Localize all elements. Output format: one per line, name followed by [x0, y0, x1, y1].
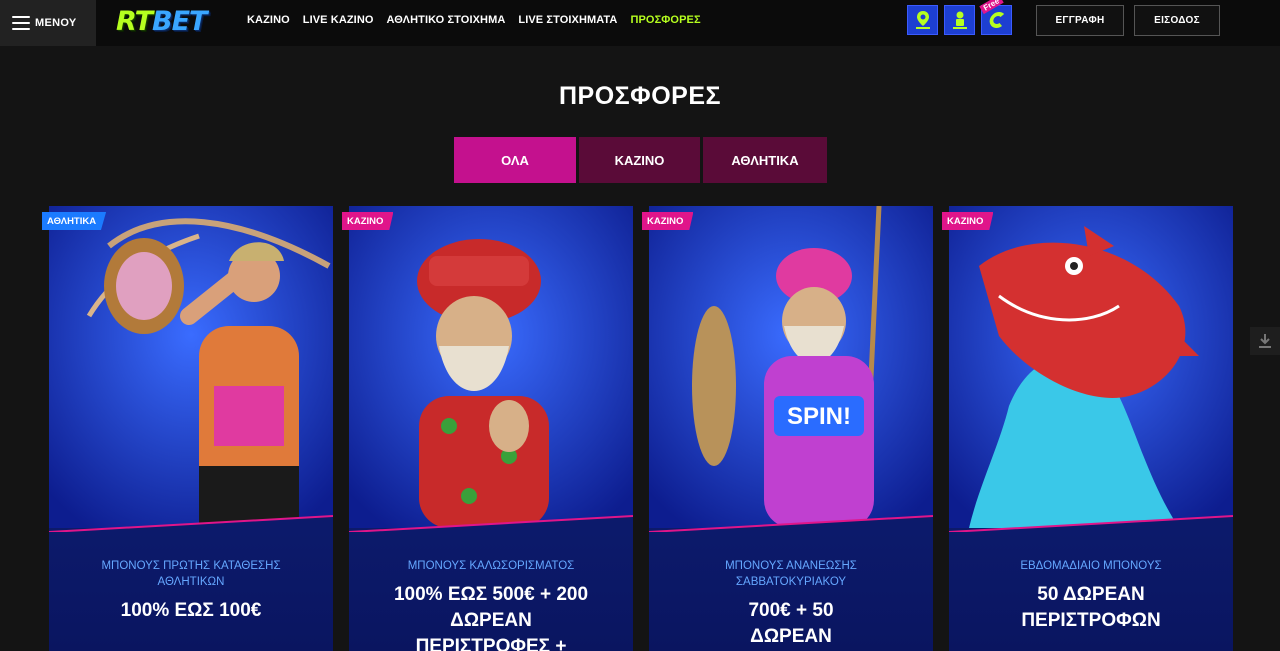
card-badge: ΚΑΖΙΝΟ [942, 212, 994, 230]
account-button[interactable] [944, 5, 975, 35]
download-button[interactable] [1250, 327, 1280, 355]
fisherman-thumbs-up-illustration [349, 206, 633, 528]
promo-art-footballer [49, 206, 333, 528]
top-header: ΜΕΝΟΥ RT BET ΚΑΖΙΝΟ LIVE ΚΑΖΙΝΟ ΑΘΛΗΤΙΚΟ … [0, 0, 1280, 46]
card-badge: ΑΘΛΗΤΙΚΑ [42, 212, 107, 230]
menu-label: ΜΕΝΟΥ [35, 17, 77, 29]
fisherman-spin-illustration: SPIN! [649, 206, 933, 528]
card-subtitle: ΜΠΟΝΟΥΣ ΚΑΛΩΣΟΡΙΣΜΑΤΟΣ [407, 560, 575, 572]
red-shark-wild-illustration [949, 206, 1233, 528]
download-icon [1259, 334, 1271, 348]
promo-art-fisherman [349, 206, 633, 528]
promo-art-shark [949, 206, 1233, 528]
card-badge: ΚΑΖΙΝΟ [642, 212, 694, 230]
menu-button[interactable]: ΜΕΝΟΥ [0, 0, 96, 46]
card-body [49, 532, 333, 651]
page-title: ΠΡΟΣΦΟΡΕΣ [559, 82, 721, 110]
login-button[interactable]: ΕΙΣΟΔΟΣ [1134, 5, 1220, 36]
filter-tabs: ΟΛΑ ΚΑΖΙΝΟ ΑΘΛΗΤΙΚΑ [454, 137, 830, 183]
card-divider [49, 512, 333, 533]
register-button[interactable]: ΕΓΓΡΑΦΗ [1036, 5, 1124, 36]
footballer-trophy-illustration [49, 206, 333, 528]
map-pin-icon [915, 11, 930, 29]
svg-text:SPIN!: SPIN! [787, 403, 851, 430]
card-subtitle: ΜΠΟΝΟΥΣ ΑΝΑΝΕΩΣΗΣ ΣΑΒΒΑΤΟΚΥΡΙΑΚΟΥ [725, 560, 857, 588]
nav-live-casino[interactable]: LIVE ΚΑΖΙΝΟ [303, 14, 374, 26]
nav-casino[interactable]: ΚΑΖΙΝΟ [247, 14, 290, 26]
tab-sports[interactable]: ΑΘΛΗΤΙΚΑ [703, 137, 827, 183]
hamburger-icon [12, 16, 30, 30]
tab-all[interactable]: ΟΛΑ [454, 137, 576, 183]
promo-card[interactable]: SPIN! ΜΠΟΝΟΥΣ ΑΝΑΝΕΩΣΗΣ ΣΑΒΒΑΤΟΚΥΡΙΑΚΟΥ … [649, 206, 933, 651]
nav-live-betting[interactable]: LIVE ΣΤΟΙΧΗΜΑΤΑ [518, 14, 617, 26]
nav-sports-betting[interactable]: ΑΘΛΗΤΙΚΟ ΣΤΟΙΧΗΜΑ [387, 14, 506, 26]
promo-card[interactable]: ΜΠΟΝΟΥΣ ΚΑΛΩΣΟΡΙΣΜΑΤΟΣ 100% ΕΩΣ 500€ + 2… [349, 206, 633, 651]
free-coin-button[interactable]: Free [979, 0, 1012, 35]
card-divider [649, 512, 933, 533]
map-pin-button[interactable] [907, 5, 938, 35]
logo-part-rt: RT [116, 5, 153, 37]
promo-card[interactable]: ΜΠΟΝΟΥΣ ΠΡΩΤΗΣ ΚΑΤΑΘΕΣΗΣ ΑΘΛΗΤΙΚΩΝ 100% … [49, 206, 333, 651]
logo-part-bet: BET [152, 5, 207, 37]
card-headline: 100% ΕΩΣ 500€ + 200 ΔΩΡΕΑΝ ΠΕΡΙΣΤΡΟΦΕΣ + [393, 584, 589, 651]
card-subtitle: ΕΒΔΟΜΑΔΙΑΙΟ ΜΠΟΝΟΥΣ [1020, 560, 1162, 572]
card-badge: ΚΑΖΙΝΟ [342, 212, 394, 230]
nav-promotions[interactable]: ΠΡΟΣΦΟΡΕΣ [630, 14, 700, 26]
free-coin-icon [989, 12, 1004, 28]
main-nav: ΚΑΖΙΝΟ LIVE ΚΑΖΙΝΟ ΑΘΛΗΤΙΚΟ ΣΤΟΙΧΗΜΑ LIV… [247, 0, 714, 40]
card-headline: 50 ΔΩΡΕΑΝ ΠΕΡΙΣΤΡΟΦΩΝ [1021, 584, 1161, 631]
promo-art-fisherman-spin: SPIN! [649, 206, 933, 528]
promo-card[interactable]: ΕΒΔΟΜΑΔΙΑΙΟ ΜΠΟΝΟΥΣ 50 ΔΩΡΕΑΝ ΠΕΡΙΣΤΡΟΦΩ… [949, 206, 1233, 651]
card-headline: 100% ΕΩΣ 100€ [120, 600, 262, 621]
tab-casino[interactable]: ΚΑΖΙΝΟ [579, 137, 700, 183]
card-divider [949, 512, 1233, 533]
person-icon [952, 11, 967, 29]
card-divider [349, 512, 633, 533]
card-headline: 700€ + 50 ΔΩΡΕΑΝ [748, 600, 834, 647]
card-subtitle: ΜΠΟΝΟΥΣ ΠΡΩΤΗΣ ΚΑΤΑΘΕΣΗΣ ΑΘΛΗΤΙΚΩΝ [101, 560, 281, 588]
site-logo[interactable]: RT BET [116, 5, 207, 37]
